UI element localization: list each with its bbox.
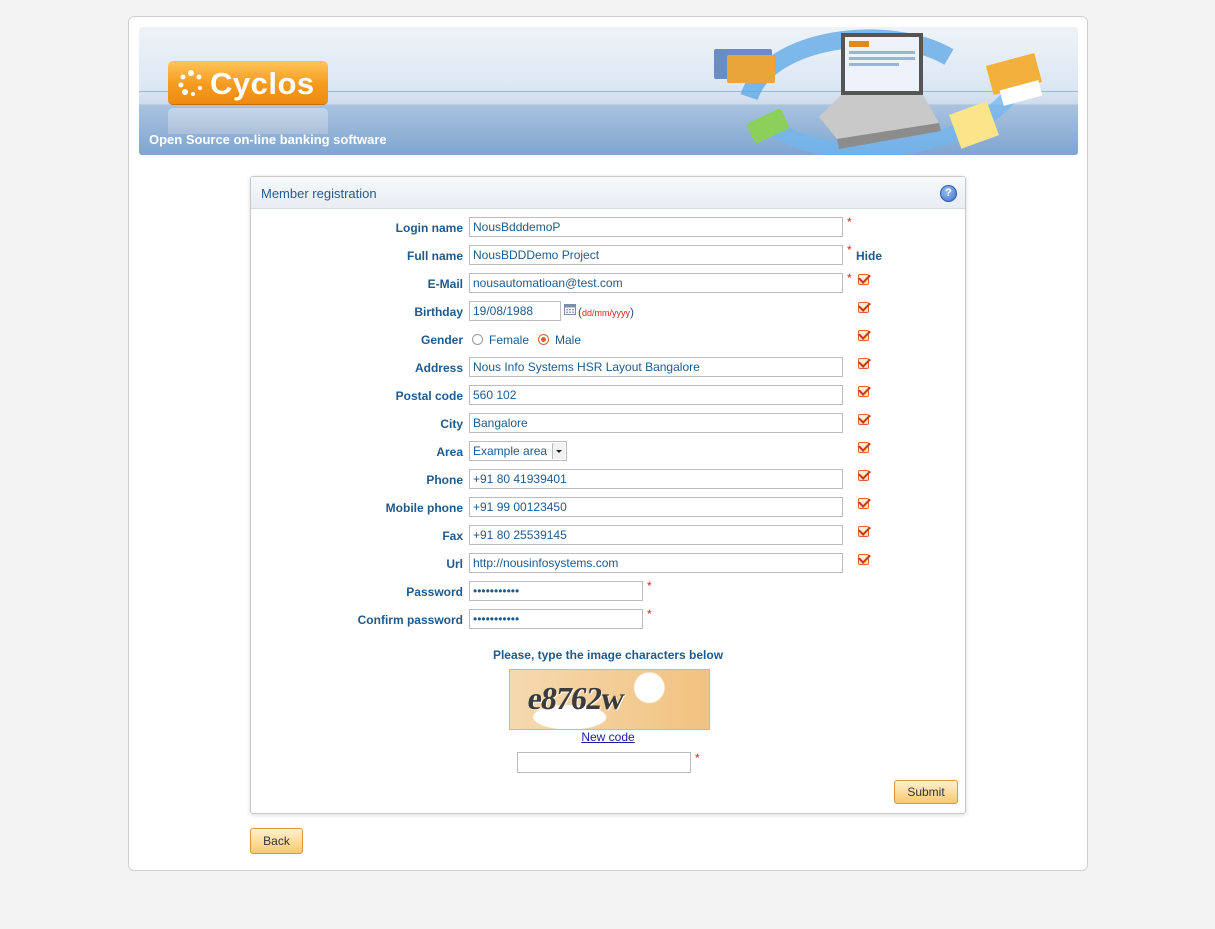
login-name-input[interactable]: NousBdddemoP (469, 217, 843, 237)
birthday-format-text: dd/mm/yyyy (582, 308, 631, 318)
birthday-format-hint: (dd/mm/yyyy) (578, 305, 635, 319)
page-container: Cyclos Open Source on-line banking softw… (128, 16, 1088, 871)
hide-mobile-phone-checkbox[interactable] (858, 498, 869, 509)
password-label: Password (406, 585, 463, 599)
address-input[interactable]: Nous Info Systems HSR Layout Bangalore (469, 357, 843, 377)
login-name-label: Login name (395, 221, 463, 235)
postal-code-label: Postal code (395, 389, 463, 403)
header-banner: Cyclos Open Source on-line banking softw… (139, 27, 1078, 155)
birthday-label: Birthday (414, 305, 463, 319)
gender-male-radio[interactable] (538, 334, 549, 345)
new-code-link[interactable]: New code (251, 730, 965, 744)
login-name-required: * (847, 215, 852, 229)
logo-text: Cyclos (210, 66, 315, 101)
city-label: City (440, 417, 463, 431)
url-label: Url (446, 557, 463, 571)
email-label: E-Mail (427, 277, 463, 291)
gender-female-label[interactable]: Female (489, 333, 529, 347)
hide-column-header: Hide (856, 249, 883, 263)
gender-label: Gender (420, 333, 463, 347)
password-input[interactable]: ••••••••••• (469, 581, 643, 601)
full-name-input[interactable]: NousBDDDemo Project (469, 245, 843, 265)
fax-label: Fax (442, 529, 463, 543)
logo-dots-icon (178, 70, 202, 96)
help-icon[interactable]: ? (940, 185, 957, 202)
birthday-input[interactable]: 19/08/1988 (469, 301, 561, 321)
area-select-value: Example area (473, 444, 548, 458)
hide-area-checkbox[interactable] (858, 442, 869, 453)
hide-url-checkbox[interactable] (858, 554, 869, 565)
captcha-instruction: Please, type the image characters below (492, 648, 724, 662)
hide-phone-checkbox[interactable] (858, 470, 869, 481)
email-input[interactable]: nousautomatioan@test.com (469, 273, 843, 293)
gender-male-label[interactable]: Male (555, 333, 581, 347)
hide-address-checkbox[interactable] (858, 358, 869, 369)
full-name-label: Full name (406, 249, 463, 263)
calendar-icon[interactable] (564, 303, 576, 315)
area-label: Area (436, 445, 463, 459)
phone-label: Phone (426, 473, 463, 487)
confirm-password-input[interactable]: ••••••••••• (469, 609, 643, 629)
cyclos-logo: Cyclos (168, 61, 328, 104)
submit-button[interactable]: Submit (894, 780, 958, 804)
captcha-required: * (695, 751, 700, 765)
confirm-password-label: Confirm password (357, 613, 463, 627)
chevron-down-icon[interactable] (552, 443, 565, 459)
confirm-password-required: * (647, 607, 652, 621)
panel-header: Member registration ? (251, 177, 965, 209)
hide-fax-checkbox[interactable] (858, 526, 869, 537)
hide-gender-checkbox[interactable] (858, 330, 869, 341)
postal-code-input[interactable]: 560 102 (469, 385, 843, 405)
city-input[interactable]: Bangalore (469, 413, 843, 433)
captcha-image-text: e8762w (525, 680, 626, 716)
mobile-phone-input[interactable]: +91 99 00123450 (469, 497, 843, 517)
panel-title: Member registration (261, 186, 377, 201)
url-input[interactable]: http://nousinfosystems.com (469, 553, 843, 573)
hide-city-checkbox[interactable] (858, 414, 869, 425)
hide-postal-code-checkbox[interactable] (858, 386, 869, 397)
mobile-phone-label: Mobile phone (385, 501, 463, 515)
password-required: * (647, 579, 652, 593)
gender-female-radio[interactable] (472, 334, 483, 345)
full-name-required: * (847, 243, 852, 257)
captcha-input[interactable] (517, 752, 691, 773)
fax-input[interactable]: +91 80 25539145 (469, 525, 843, 545)
area-select[interactable]: Example area (469, 441, 567, 461)
email-required: * (847, 271, 852, 285)
hide-email-checkbox[interactable] (858, 274, 869, 285)
address-label: Address (414, 361, 463, 375)
banner-tagline: Open Source on-line banking software (149, 132, 387, 147)
phone-input[interactable]: +91 80 41939401 (469, 469, 843, 489)
hide-birthday-checkbox[interactable] (858, 302, 869, 313)
member-registration-panel: Member registration ? Hide Login name No… (250, 176, 966, 814)
captcha-image: e8762w (509, 669, 710, 730)
banner-illustration-icon (714, 29, 1043, 155)
logo-reflection (168, 108, 328, 134)
back-button[interactable]: Back (250, 828, 303, 854)
